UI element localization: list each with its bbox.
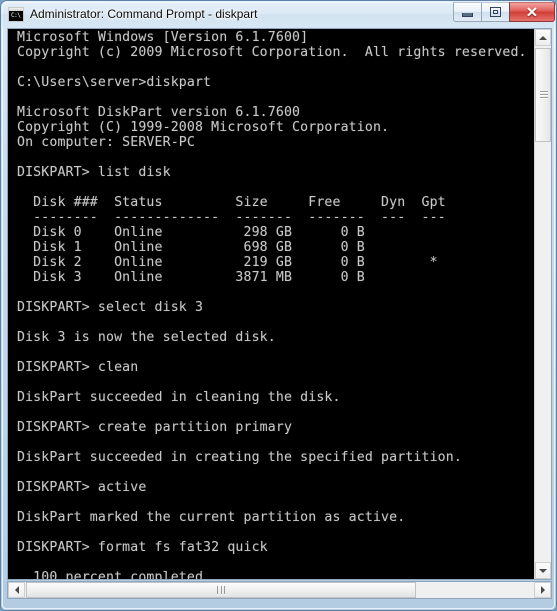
title-bar[interactable]: C:\ Administrator: Command Prompt - disk… bbox=[1, 1, 556, 27]
console-client-area[interactable]: Microsoft Windows [Version 6.1.7600] Cop… bbox=[7, 28, 552, 580]
chevron-down-icon bbox=[539, 568, 547, 573]
scroll-down-button[interactable] bbox=[535, 562, 551, 579]
console-text: Microsoft Windows [Version 6.1.7600] Cop… bbox=[17, 30, 527, 579]
horizontal-scrollbar-thumb[interactable] bbox=[26, 582, 416, 598]
scrollbar-grip-icon bbox=[217, 586, 225, 594]
scroll-up-button[interactable] bbox=[535, 29, 551, 46]
vertical-scrollbar-thumb[interactable] bbox=[535, 48, 551, 142]
icon-prompt-text: C:\ bbox=[11, 11, 21, 19]
scroll-right-button[interactable] bbox=[534, 582, 551, 598]
maximize-icon bbox=[490, 7, 501, 17]
minimize-button[interactable] bbox=[453, 2, 482, 22]
maximize-button[interactable] bbox=[481, 2, 510, 22]
console-output-surface[interactable]: Microsoft Windows [Version 6.1.7600] Cop… bbox=[8, 29, 534, 579]
close-button[interactable]: ✕ bbox=[509, 2, 555, 22]
caption-button-group: ✕ bbox=[453, 2, 555, 23]
close-icon: ✕ bbox=[525, 4, 539, 20]
chevron-left-icon bbox=[14, 586, 19, 594]
horizontal-scrollbar[interactable] bbox=[7, 581, 552, 599]
chevron-right-icon bbox=[540, 586, 545, 594]
scrollbar-grip-icon bbox=[540, 91, 548, 99]
minimize-icon bbox=[462, 12, 473, 17]
window-bottom-edge bbox=[1, 599, 556, 610]
chevron-up-icon bbox=[539, 35, 547, 40]
scroll-left-button[interactable] bbox=[8, 582, 25, 598]
icon-titlebar-strip bbox=[9, 7, 23, 11]
command-prompt-window[interactable]: C:\ Administrator: Command Prompt - disk… bbox=[0, 0, 557, 611]
command-prompt-icon[interactable]: C:\ bbox=[8, 6, 24, 22]
vertical-scrollbar[interactable] bbox=[534, 29, 551, 579]
